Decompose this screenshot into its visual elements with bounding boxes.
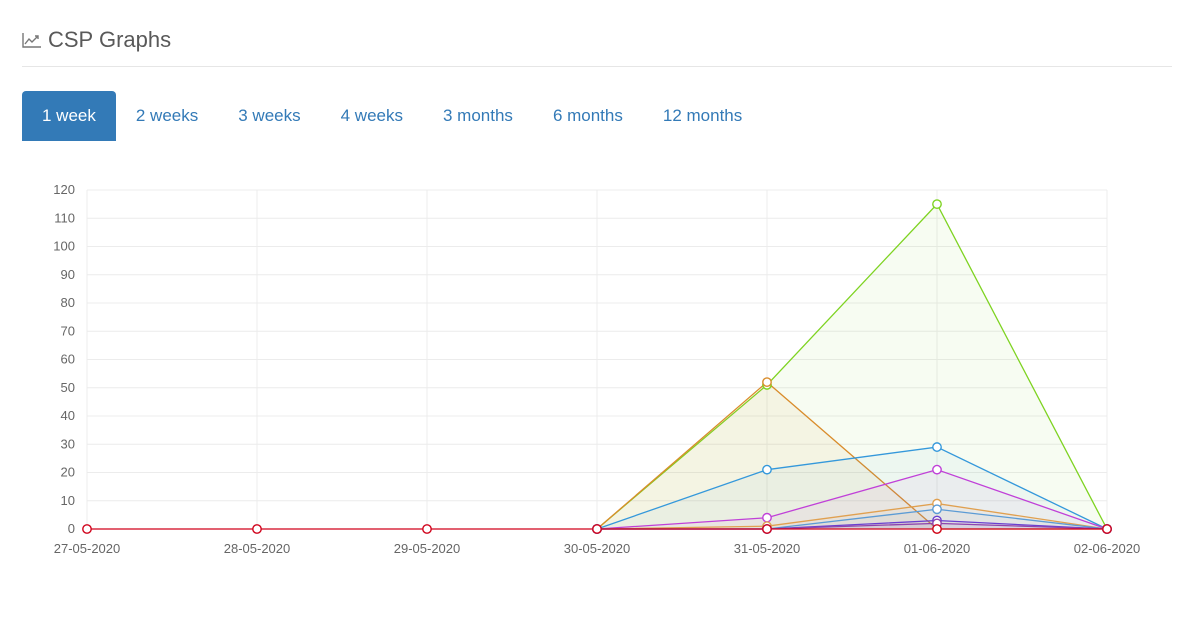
- period-tabs: 1 week 2 weeks 3 weeks 4 weeks 3 months …: [22, 91, 762, 141]
- y-tick-label: 50: [61, 380, 75, 395]
- page-header: CSP Graphs: [22, 14, 1172, 67]
- line-chart-icon: [22, 33, 41, 48]
- y-tick-label: 110: [54, 210, 75, 225]
- x-tick-label: 27-05-2020: [54, 541, 121, 556]
- y-tick-label: 100: [53, 239, 75, 254]
- tab-12-months[interactable]: 12 months: [643, 91, 762, 141]
- data-point-s2-5: [932, 442, 942, 452]
- data-point-s8-4: [762, 524, 772, 534]
- page-title: CSP Graphs: [48, 27, 172, 52]
- y-tick-label: 10: [61, 493, 75, 508]
- y-tick-label: 60: [61, 352, 75, 367]
- tab-6-months[interactable]: 6 months: [533, 91, 643, 141]
- tab-2-weeks[interactable]: 2 weeks: [116, 91, 218, 141]
- y-tick-label: 120: [53, 182, 75, 197]
- data-point-s0-5: [932, 199, 942, 210]
- data-point-s8-1: [252, 524, 262, 534]
- data-point-s8-5: [932, 524, 942, 534]
- x-tick-label: 29-05-2020: [394, 541, 461, 556]
- x-tick-label: 28-05-2020: [224, 541, 291, 556]
- x-tick-label: 02-06-2020: [1074, 541, 1141, 556]
- y-tick-label: 0: [68, 521, 75, 536]
- tab-3-weeks[interactable]: 3 weeks: [218, 91, 320, 141]
- tab-4-weeks[interactable]: 4 weeks: [321, 91, 423, 141]
- tab-3-months[interactable]: 3 months: [423, 91, 533, 141]
- x-tick-label: 30-05-2020: [564, 541, 631, 556]
- y-tick-label: 70: [61, 323, 75, 338]
- data-point-s5-5: [932, 504, 942, 515]
- data-point-s3-5: [932, 464, 942, 475]
- data-point-s2-4: [762, 464, 772, 475]
- tab-1-week[interactable]: 1 week: [22, 91, 116, 141]
- y-tick-label: 30: [61, 436, 75, 451]
- y-tick-label: 20: [61, 465, 75, 480]
- data-point-s8-2: [422, 524, 432, 534]
- data-point-s1-4: [762, 377, 772, 388]
- csp-area-chart: 0 10 20 30 40 50 60 70 80 90 100 110 120 27-05-2020 28…: [53, 182, 1141, 556]
- y-tick-label: 90: [61, 267, 75, 282]
- data-point-s8-3: [592, 524, 602, 534]
- data-point-s8-6: [1102, 524, 1112, 534]
- data-point-s8-0: [82, 524, 92, 534]
- y-tick-label: 80: [61, 295, 75, 310]
- x-tick-label: 31-05-2020: [734, 541, 801, 556]
- data-point-s3-4: [762, 512, 772, 523]
- y-tick-label: 40: [61, 408, 75, 423]
- x-tick-label: 01-06-2020: [904, 541, 971, 556]
